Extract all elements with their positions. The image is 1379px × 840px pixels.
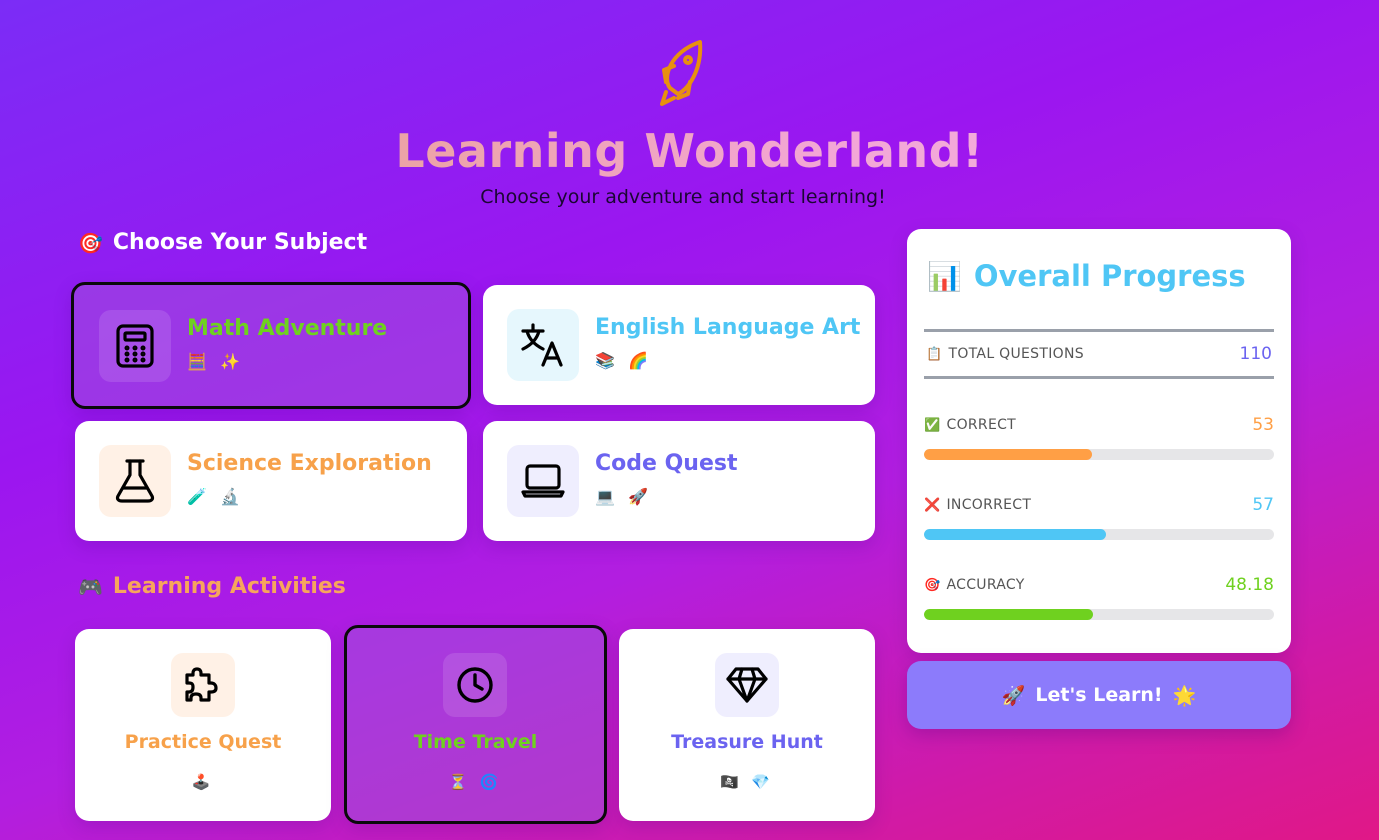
clock-icon bbox=[443, 653, 507, 717]
progress-heading: 📊 Overall Progress bbox=[927, 259, 1246, 293]
laptop-icon bbox=[507, 445, 579, 517]
translate-icon bbox=[507, 309, 579, 381]
accuracy-text: ACCURACY bbox=[946, 577, 1025, 593]
total-questions-row: 📋 TOTAL QUESTIONS 110 bbox=[924, 329, 1274, 379]
subject-card-math[interactable]: Math Adventure 🧮 ✨ bbox=[71, 282, 471, 409]
page-subtitle: Choose your adventure and start learning… bbox=[480, 186, 886, 208]
total-questions-label: 📋 TOTAL QUESTIONS bbox=[926, 346, 1084, 362]
star-emoji-icon: 🌟 bbox=[1172, 684, 1197, 707]
page-title: Learning Wonderland! bbox=[0, 124, 1379, 178]
incorrect-stat: ❌ INCORRECT 57 bbox=[924, 495, 1274, 540]
diamond-icon bbox=[715, 653, 779, 717]
accuracy-stat: 🎯 ACCURACY 48.18 bbox=[924, 575, 1274, 620]
rocket-emoji-icon: 🚀 bbox=[1001, 684, 1026, 707]
correct-text: CORRECT bbox=[946, 417, 1017, 433]
target-emoji-icon: 🎯 bbox=[78, 230, 103, 255]
subjects-heading: 🎯 Choose Your Subject bbox=[78, 230, 367, 255]
activity-title: Treasure Hunt bbox=[671, 731, 823, 753]
correct-value: 53 bbox=[1252, 415, 1274, 435]
subject-card-english[interactable]: English Language Art 📚 🌈 bbox=[483, 285, 875, 405]
accuracy-progress-track bbox=[924, 609, 1274, 620]
activity-emojis: ⏳ 🌀 bbox=[448, 773, 503, 791]
lets-learn-label: Let's Learn! bbox=[1035, 684, 1163, 706]
total-questions-value: 110 bbox=[1239, 344, 1272, 364]
progress-heading-label: Overall Progress bbox=[973, 259, 1246, 293]
activities-heading: 🎮 Learning Activities bbox=[78, 574, 346, 599]
correct-progress-track bbox=[924, 449, 1274, 460]
activity-card-time-travel[interactable]: Time Travel ⏳ 🌀 bbox=[344, 625, 607, 824]
overall-progress-panel: 📊 Overall Progress 📋 TOTAL QUESTIONS 110… bbox=[907, 229, 1291, 653]
total-questions-text: TOTAL QUESTIONS bbox=[948, 346, 1084, 362]
activity-title: Practice Quest bbox=[124, 731, 282, 753]
correct-label: ✅ CORRECT bbox=[924, 417, 1016, 433]
rocket-icon bbox=[652, 38, 712, 110]
incorrect-value: 57 bbox=[1252, 495, 1274, 515]
lets-learn-button[interactable]: 🚀 Let's Learn! 🌟 bbox=[907, 661, 1291, 729]
gamepad-emoji-icon: 🎮 bbox=[78, 574, 103, 599]
incorrect-progress-fill bbox=[924, 529, 1106, 540]
subjects-heading-label: Choose Your Subject bbox=[112, 230, 368, 255]
subject-title: Math Adventure bbox=[187, 316, 388, 341]
accuracy-progress-fill bbox=[924, 609, 1093, 620]
accuracy-value: 48.18 bbox=[1225, 575, 1274, 595]
puzzle-icon bbox=[171, 653, 235, 717]
activity-card-practice-quest[interactable]: Practice Quest 🕹️ bbox=[75, 629, 331, 821]
subject-title: Code Quest bbox=[595, 451, 738, 476]
subject-card-code[interactable]: Code Quest 💻 🚀 bbox=[483, 421, 875, 541]
activity-emojis: 🏴‍☠️ 💎 bbox=[719, 773, 775, 791]
incorrect-text: INCORRECT bbox=[946, 497, 1032, 513]
accuracy-label: 🎯 ACCURACY bbox=[924, 577, 1025, 593]
check-emoji-icon: ✅ bbox=[924, 417, 941, 433]
correct-progress-fill bbox=[924, 449, 1092, 460]
subject-emojis: 💻 🚀 bbox=[595, 487, 652, 506]
subject-emojis: 🧮 ✨ bbox=[187, 352, 244, 371]
incorrect-label: ❌ INCORRECT bbox=[924, 497, 1031, 513]
incorrect-progress-track bbox=[924, 529, 1274, 540]
chart-emoji-icon: 📊 bbox=[927, 259, 962, 293]
subject-card-science[interactable]: Science Exploration 🧪 🔬 bbox=[75, 421, 467, 541]
flask-icon bbox=[99, 445, 171, 517]
activities-heading-label: Learning Activities bbox=[112, 574, 346, 599]
subject-title: Science Exploration bbox=[187, 451, 432, 476]
clipboard-emoji-icon: 📋 bbox=[926, 346, 943, 362]
subject-title: English Language Art bbox=[595, 315, 861, 340]
calculator-icon bbox=[99, 310, 171, 382]
subject-emojis: 📚 🌈 bbox=[595, 351, 652, 370]
activity-title: Time Travel bbox=[413, 731, 538, 753]
activity-emojis: 🕹️ bbox=[191, 773, 215, 791]
correct-stat: ✅ CORRECT 53 bbox=[924, 415, 1274, 460]
activity-card-treasure-hunt[interactable]: Treasure Hunt 🏴‍☠️ 💎 bbox=[619, 629, 875, 821]
cross-emoji-icon: ❌ bbox=[924, 497, 941, 513]
subject-emojis: 🧪 🔬 bbox=[187, 487, 244, 506]
target-emoji-icon: 🎯 bbox=[924, 577, 941, 593]
